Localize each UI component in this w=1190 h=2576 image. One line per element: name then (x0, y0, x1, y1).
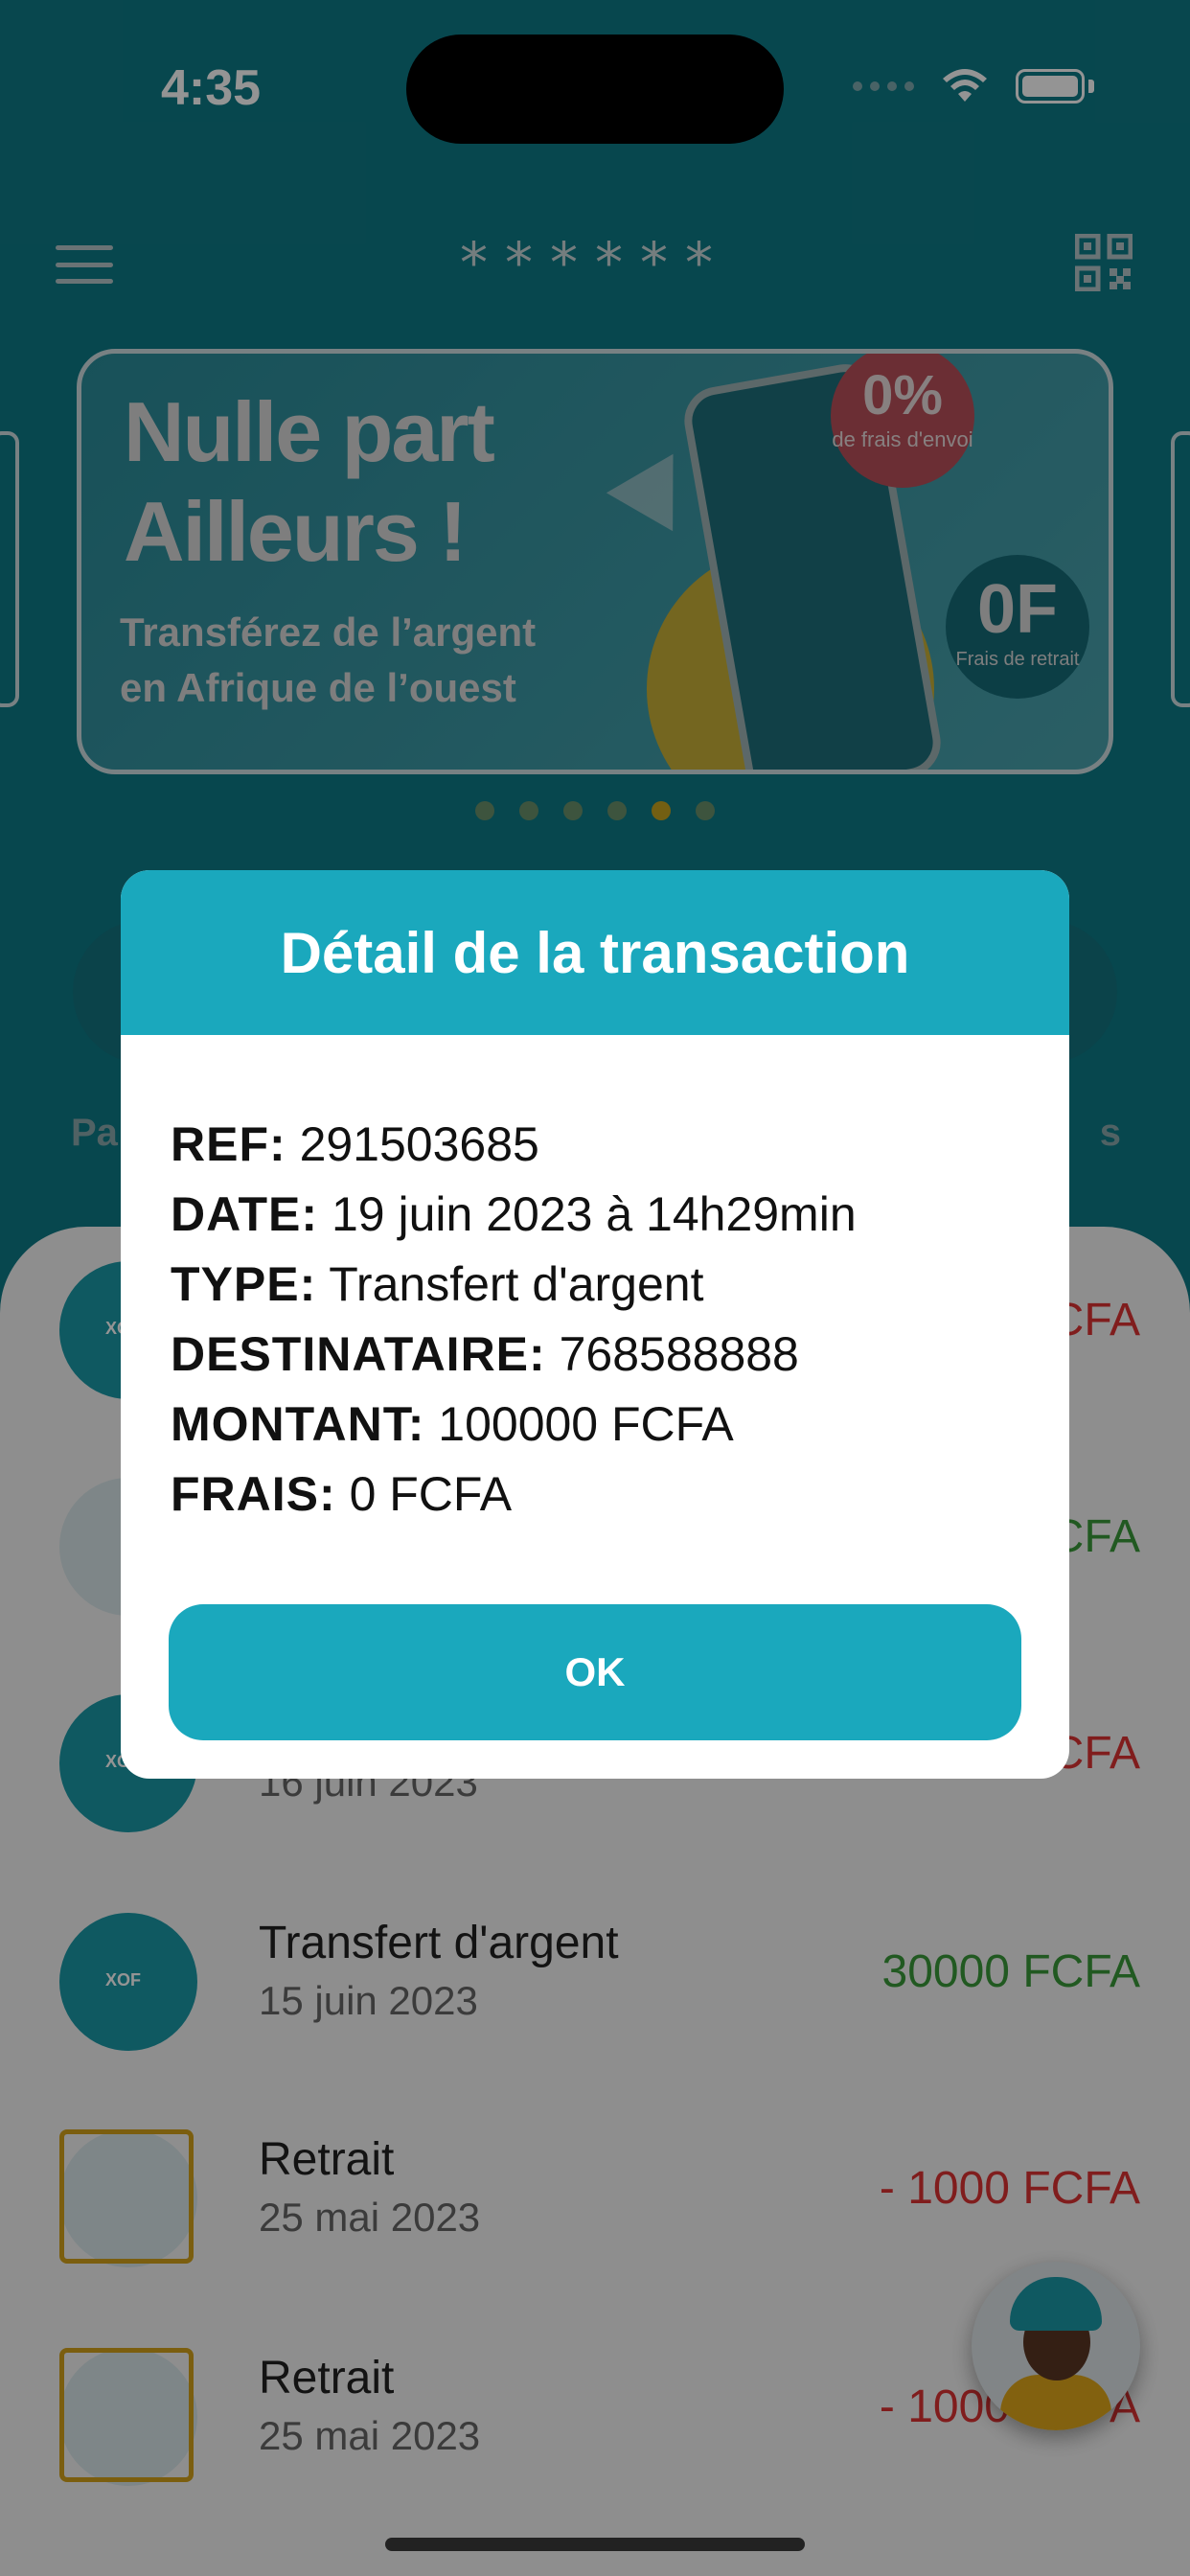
transaction-detail-dialog: Détail de la transaction REF: 291503685 … (121, 870, 1069, 1779)
detail-key: TYPE: (171, 1257, 317, 1311)
detail-key: REF: (171, 1117, 286, 1171)
detail-value: 768588888 (559, 1327, 799, 1381)
detail-key: MONTANT: (171, 1397, 425, 1451)
detail-key: DATE: (171, 1187, 319, 1241)
dialog-header: Détail de la transaction (121, 870, 1069, 1035)
dialog-title: Détail de la transaction (280, 920, 910, 985)
dialog-body: REF: 291503685 DATE: 19 juin 2023 à 14h2… (121, 1035, 1069, 1530)
detail-key: DESTINATAIRE: (171, 1327, 546, 1381)
detail-value: 291503685 (299, 1117, 539, 1171)
detail-date: DATE: 19 juin 2023 à 14h29min (171, 1180, 1019, 1250)
detail-value: 0 FCFA (349, 1467, 513, 1521)
home-indicator[interactable] (385, 2538, 805, 2551)
ok-button[interactable]: OK (169, 1604, 1021, 1740)
app-screen: 4:35 ****** Nulle part Ailleurs ! Transf… (0, 0, 1190, 2576)
detail-fees: FRAIS: 0 FCFA (171, 1460, 1019, 1530)
detail-value: 100000 FCFA (438, 1397, 734, 1451)
detail-recipient: DESTINATAIRE: 768588888 (171, 1320, 1019, 1390)
detail-ref: REF: 291503685 (171, 1110, 1019, 1180)
detail-type: TYPE: Transfert d'argent (171, 1250, 1019, 1320)
detail-value: Transfert d'argent (329, 1257, 704, 1311)
detail-key: FRAIS: (171, 1467, 336, 1521)
detail-value: 19 juin 2023 à 14h29min (331, 1187, 857, 1241)
detail-amount: MONTANT: 100000 FCFA (171, 1390, 1019, 1460)
